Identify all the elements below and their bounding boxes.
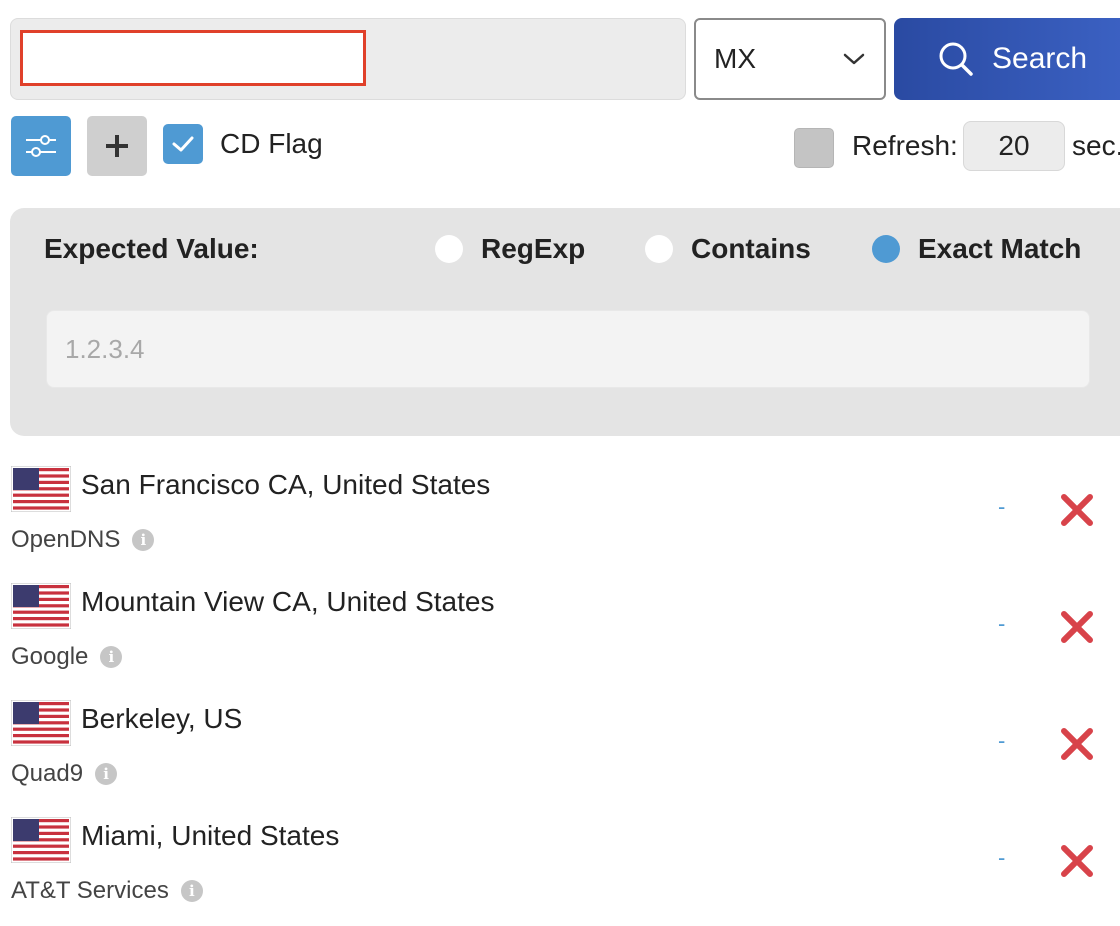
resolver-location: Mountain View CA, United States xyxy=(81,586,495,617)
resolver-provider: AT&T Services i xyxy=(11,877,203,905)
resolver-row: San Francisco CA, United States OpenDNS … xyxy=(0,466,1120,583)
resolver-result: - xyxy=(998,494,1006,519)
close-x-icon[interactable] xyxy=(1060,727,1094,761)
radio-exact-match-label: Exact Match xyxy=(918,233,1082,264)
resolver-provider: Quad9 i xyxy=(11,760,118,788)
expected-value-label: Expected Value: xyxy=(44,233,259,264)
sliders-icon xyxy=(26,135,56,157)
resolver-location: Miami, United States xyxy=(81,820,340,851)
info-icon[interactable]: i xyxy=(100,646,123,668)
refresh-interval-input[interactable] xyxy=(963,121,1065,171)
search-button-label: Search xyxy=(992,42,1088,75)
cd-flag-label: CD Flag xyxy=(220,128,323,159)
close-x-icon[interactable] xyxy=(1060,610,1094,644)
radio-exact-match[interactable] xyxy=(872,235,900,263)
resolver-provider-name: Google xyxy=(11,643,89,670)
checkmark-icon xyxy=(172,136,194,152)
radio-contains-label: Contains xyxy=(691,233,811,264)
resolver-result: - xyxy=(998,845,1006,870)
us-flag-icon xyxy=(11,466,71,512)
chevron-down-icon xyxy=(843,53,865,65)
resolver-result: - xyxy=(998,728,1006,753)
resolver-row: Berkeley, US Quad9 i - xyxy=(0,700,1120,817)
record-type-select[interactable]: MX xyxy=(694,18,886,100)
info-icon[interactable]: i xyxy=(180,880,203,902)
radio-regexp-label: RegExp xyxy=(481,233,586,264)
radio-regexp[interactable] xyxy=(435,235,463,263)
search-icon xyxy=(939,42,973,76)
expected-value-input[interactable] xyxy=(46,310,1090,388)
resolver-row: Mountain View CA, United States Google i… xyxy=(0,583,1120,700)
resolver-provider-name: AT&T Services xyxy=(11,877,169,904)
refresh-checkbox[interactable] xyxy=(794,128,834,168)
us-flag-icon xyxy=(11,817,71,863)
add-resolver-button[interactable] xyxy=(87,116,147,176)
us-flag-icon xyxy=(11,583,71,629)
resolver-result: - xyxy=(998,611,1006,636)
resolver-location: Berkeley, US xyxy=(81,703,243,734)
domain-input[interactable] xyxy=(20,30,366,86)
cd-flag-checkbox[interactable] xyxy=(163,124,203,164)
refresh-unit-label: sec. xyxy=(1072,130,1120,161)
record-type-value: MX xyxy=(714,43,756,74)
resolver-provider: OpenDNS i xyxy=(11,526,155,554)
resolver-provider-name: Quad9 xyxy=(11,760,84,787)
info-icon[interactable]: i xyxy=(95,763,118,785)
resolver-location: San Francisco CA, United States xyxy=(81,469,491,500)
us-flag-icon xyxy=(11,700,71,746)
resolver-provider: Google i xyxy=(11,643,123,671)
close-x-icon[interactable] xyxy=(1060,493,1094,527)
refresh-label: Refresh: xyxy=(852,130,958,161)
info-icon[interactable]: i xyxy=(132,529,155,551)
filter-settings-button[interactable] xyxy=(11,116,71,176)
plus-icon xyxy=(106,135,128,157)
search-button[interactable]: Search xyxy=(894,18,1120,100)
radio-contains[interactable] xyxy=(645,235,673,263)
resolver-row: Miami, United States AT&T Services i - xyxy=(0,817,1120,926)
close-x-icon[interactable] xyxy=(1060,844,1094,878)
resolver-provider-name: OpenDNS xyxy=(11,526,121,553)
